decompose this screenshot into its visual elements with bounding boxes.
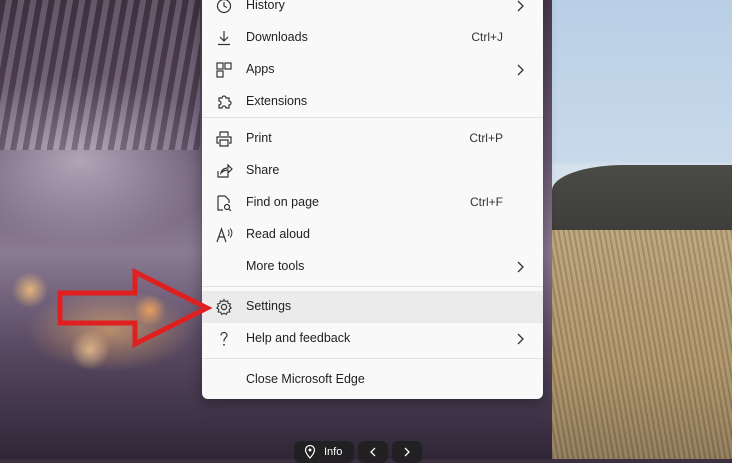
info-label: Info (324, 446, 343, 458)
shortcut-text: Ctrl+J (471, 30, 503, 44)
menu-item-apps[interactable]: Apps (202, 54, 543, 86)
apps-icon (216, 62, 232, 78)
menu-item-extensions[interactable]: Extensions (202, 86, 543, 118)
location-pin-icon (304, 445, 316, 459)
menu-item-settings[interactable]: Settings (202, 291, 543, 323)
info-button[interactable]: Info (294, 441, 355, 463)
menu-item-label: Read aloud (246, 227, 310, 241)
menu-item-share[interactable]: Share (202, 155, 543, 187)
chevron-right-icon (517, 64, 524, 76)
menu-item-label: History (246, 0, 285, 12)
menu-item-help-and-feedback[interactable]: Help and feedback (202, 323, 543, 355)
menu-item-close-microsoft-edge[interactable]: Close Microsoft Edge (202, 364, 543, 396)
download-icon (218, 31, 230, 46)
previous-button[interactable] (358, 441, 389, 463)
menu-item-label: Find on page (246, 195, 319, 209)
red-annotation-arrow (57, 268, 213, 348)
snowy-forest (0, 0, 200, 150)
question-icon (220, 331, 228, 346)
menu-item-label: Help and feedback (246, 331, 351, 345)
share-icon (217, 163, 233, 178)
next-button[interactable] (392, 441, 423, 463)
wallpaper-info-bar: Info (294, 441, 423, 463)
menu-item-downloads[interactable]: Downloads Ctrl+J (202, 22, 543, 54)
shortcut-text: Ctrl+F (470, 195, 503, 209)
chevron-right-icon (517, 0, 524, 12)
menu-item-label: Settings (246, 299, 292, 313)
menu-item-label: Apps (246, 62, 275, 76)
menu-divider (202, 286, 543, 287)
menu-divider (202, 358, 543, 359)
menu-item-find-on-page[interactable]: Find on page Ctrl+F (202, 187, 543, 219)
chevron-left-icon (370, 447, 376, 457)
menu-item-more-tools[interactable]: More tools (202, 251, 543, 283)
menu-item-label: Print (246, 131, 272, 145)
menu-item-label: Extensions (246, 94, 308, 108)
edge-settings-menu: History Downloads Ctrl+J Apps Extensions… (202, 0, 543, 399)
menu-item-label: Close Microsoft Edge (246, 372, 365, 386)
dry-grass (552, 230, 732, 459)
menu-item-label: More tools (246, 259, 305, 273)
gear-icon (215, 298, 233, 316)
printer-icon (216, 131, 232, 147)
menu-item-label: Share (246, 163, 280, 177)
history-icon (216, 0, 232, 14)
menu-item-history[interactable]: History (202, 0, 543, 22)
chevron-right-icon (404, 447, 411, 457)
puzzle-icon (218, 95, 232, 109)
menu-divider (202, 117, 543, 118)
menu-item-print[interactable]: Print Ctrl+P (202, 123, 543, 155)
shortcut-text: Ctrl+P (469, 131, 503, 145)
menu-item-read-aloud[interactable]: Read aloud (202, 219, 543, 251)
chevron-right-icon (517, 261, 524, 273)
menu-item-label: Downloads (246, 30, 308, 44)
read-aloud-icon (216, 227, 233, 243)
wallpaper-grass-hill (552, 0, 732, 459)
find-on-page-icon (217, 195, 232, 212)
chevron-right-icon (517, 333, 524, 345)
